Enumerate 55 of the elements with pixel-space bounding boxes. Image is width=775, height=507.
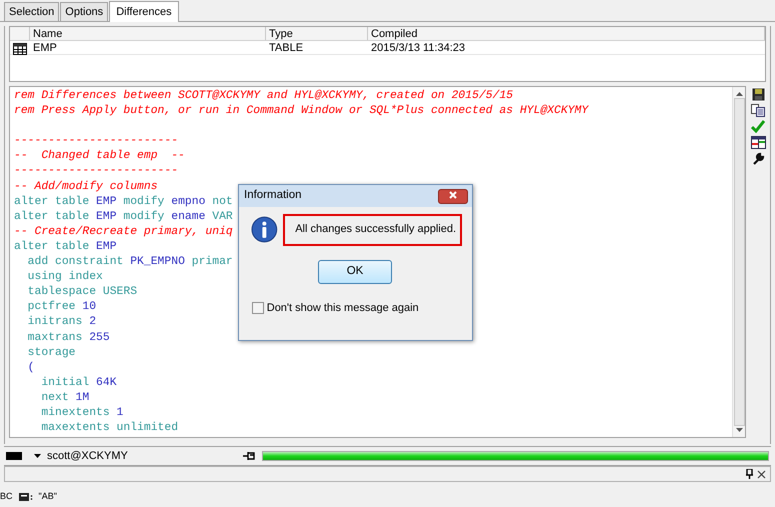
close-button[interactable] (438, 188, 468, 204)
scrollbar[interactable] (732, 87, 745, 437)
message-text: All changes successfully applied. (283, 214, 462, 246)
tab[interactable]: Differences (109, 1, 179, 22)
output-text: BC (0, 490, 13, 503)
column-header[interactable]: Name (30, 27, 266, 40)
checkmark-icon[interactable] (751, 120, 765, 133)
code-line: rem Press Apply button, or run in Command Window or SQL*Plus connected as HYL@XCKYMY (14, 104, 588, 120)
code-line: next 1M (40, 390, 90, 406)
output-text: "AB" (38, 490, 57, 503)
code-line: maxextents unlimited (40, 421, 178, 436)
color-swatch-icon[interactable] (6, 452, 22, 460)
code-line: -- Changed table emp -- (14, 149, 185, 164)
table-cell-text: EMP (32, 41, 58, 54)
pin-icon[interactable] (243, 451, 256, 461)
code-line: tablespace USERS (26, 285, 138, 300)
code-line: pctfree 10 (26, 300, 96, 316)
compare-icon[interactable] (750, 136, 766, 149)
code-line: ------------------------ (14, 134, 178, 150)
table-grid-icon (13, 42, 27, 55)
scroll-up-arrow-icon[interactable] (736, 92, 742, 96)
pin-icon[interactable] (746, 469, 753, 479)
code-line: maxtrans 255 (26, 330, 110, 346)
checkbox[interactable] (252, 302, 264, 314)
code-line: minextents 1 (40, 406, 124, 421)
code-line: initial 64K (40, 376, 117, 391)
code-line: storage (26, 346, 76, 361)
info-icon (251, 216, 278, 244)
close-icon[interactable] (757, 470, 766, 478)
checkbox-label: Don't show this message again (266, 300, 419, 316)
save-icon[interactable] (752, 88, 764, 101)
code-line: -- Create/Recreate primary, uniq (14, 224, 233, 240)
code-line: alter table EMP modify empno not (14, 194, 233, 210)
code-line: using index (26, 270, 103, 286)
scroll-down-arrow-icon[interactable] (736, 428, 742, 432)
code-line: add constraint PK_EMPNO primar (26, 255, 233, 270)
wrench-icon[interactable] (752, 152, 764, 165)
column-header[interactable]: Type (266, 27, 368, 40)
ok-button[interactable]: OK (318, 260, 392, 284)
code-line: ------------------------ (14, 164, 178, 180)
dropdown-caret-icon[interactable] (34, 454, 41, 458)
table-cell-text: TABLE (268, 41, 304, 54)
code-line: alter table EMP (14, 240, 117, 255)
code-line: initrans 2 (26, 315, 96, 330)
code-line: -- Add/modify columns (14, 180, 158, 195)
code-line: alter table EMP modify ename VAR (14, 210, 233, 225)
dialog-title: Information (244, 188, 302, 204)
code-line: rem Differences between SCOTT@XCKYMY and HYL@XCKYMY, created on 2015/5/15 (14, 89, 513, 104)
connection-label[interactable]: scott@XCKYMY (47, 448, 243, 464)
tab[interactable]: Options (60, 2, 108, 21)
tab[interactable]: Selection (4, 2, 60, 21)
column-header[interactable]: Compiled (368, 27, 765, 40)
code-line: ( (26, 360, 35, 376)
copy-icon[interactable] (751, 104, 765, 117)
table-cell-text: 2015/3/13 11:34:23 (370, 41, 466, 54)
